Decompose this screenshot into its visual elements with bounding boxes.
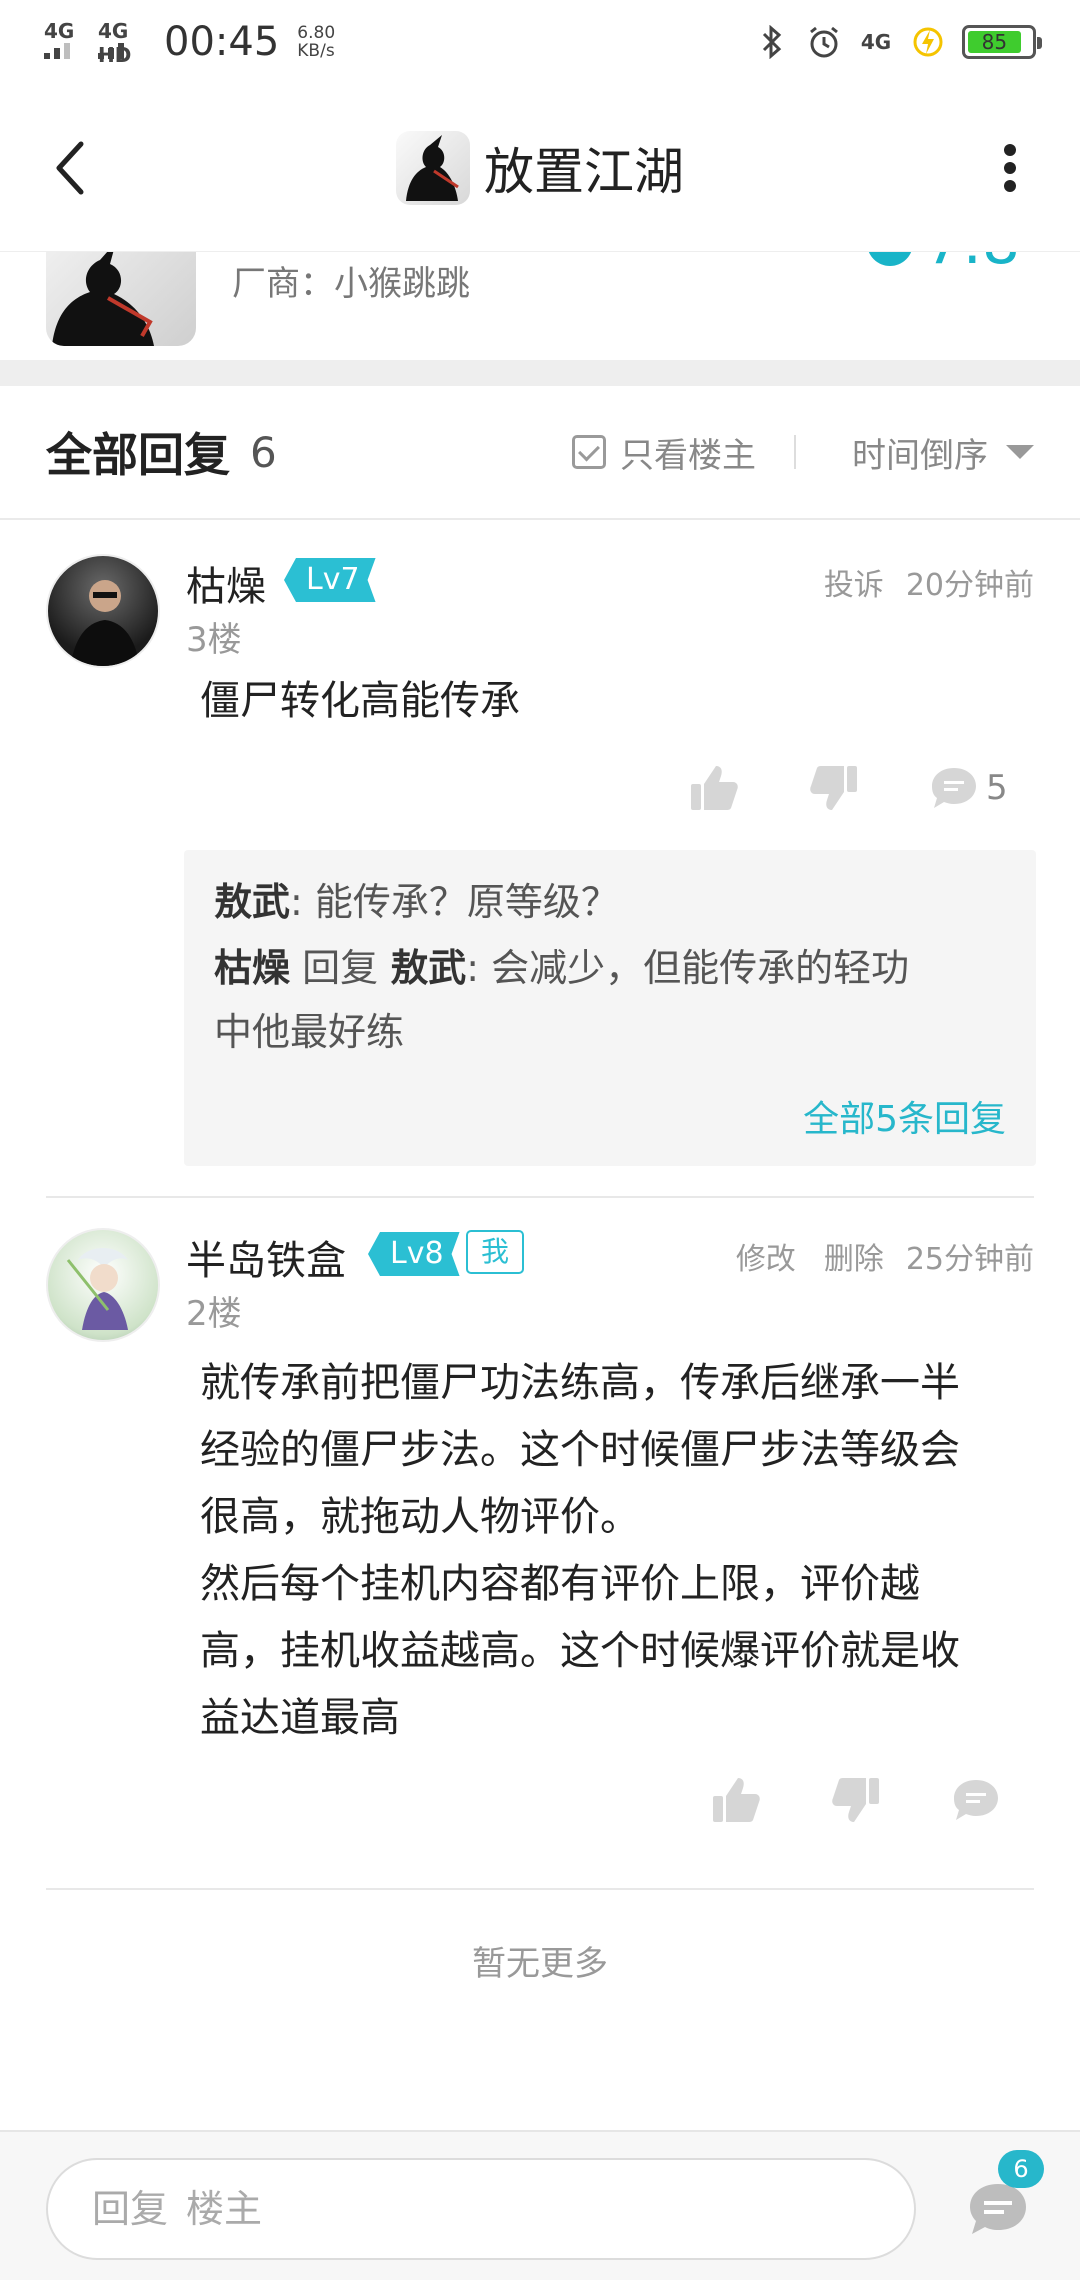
app-icon bbox=[46, 252, 196, 346]
thumbs-down-icon bbox=[810, 766, 857, 810]
more-vertical-icon bbox=[1004, 144, 1016, 192]
clock: 00:45 bbox=[164, 19, 280, 65]
bluetooth-icon bbox=[754, 24, 790, 60]
all-replies-link[interactable]: 全部5条回复 bbox=[803, 1090, 1006, 1142]
sub-reply: 敖武: 能传承？原等级？ bbox=[214, 880, 619, 924]
signal-icon: 4G bbox=[44, 19, 74, 59]
sub-replies-box[interactable]: 敖武: 能传承？原等级？ 枯燥 回复 敖武: 会减少，但能传承的轻功 中他最好练… bbox=[184, 850, 1036, 1166]
thumbs-up-icon bbox=[713, 1778, 760, 1822]
user-name[interactable]: 半岛铁盒 bbox=[186, 1228, 346, 1286]
avatar[interactable] bbox=[46, 1228, 160, 1342]
sub-reply-user[interactable]: 敖武 bbox=[214, 880, 290, 924]
battery-indicator: 85 bbox=[962, 25, 1042, 59]
avatar[interactable] bbox=[46, 554, 160, 668]
alarm-icon bbox=[806, 24, 842, 60]
network-speed: 6.80 KB/s bbox=[297, 23, 336, 61]
rating-score: 7.8 bbox=[866, 252, 1020, 278]
timestamp: 20分钟前 bbox=[905, 568, 1034, 603]
signal-icon-2: 4G HD bbox=[98, 19, 144, 67]
caret-down-icon bbox=[1006, 445, 1034, 459]
sub-reply-target[interactable]: 敖武 bbox=[390, 946, 466, 990]
charging-icon bbox=[910, 24, 946, 60]
comment-bubble-icon bbox=[954, 1780, 998, 1820]
report-link[interactable]: 投诉 bbox=[824, 560, 884, 604]
sub-reply-user[interactable]: 枯燥 bbox=[214, 946, 290, 990]
message-count-badge: 6 bbox=[998, 2150, 1044, 2188]
comment-item: 枯燥 Lv7 3楼 投诉 20分钟前 僵尸转化高能传承 5 敖武: 能传承？原等… bbox=[0, 522, 1080, 1198]
user-name[interactable]: 枯燥 bbox=[186, 554, 266, 612]
rating-icon bbox=[866, 252, 913, 266]
reply-count: 5 bbox=[986, 768, 1008, 808]
network-type-label-2: 4G HD bbox=[98, 19, 132, 67]
only-op-filter[interactable]: 只看楼主 bbox=[572, 428, 756, 477]
game-icon bbox=[396, 130, 470, 205]
sort-dropdown[interactable]: 时间倒序 bbox=[852, 428, 1034, 477]
edit-link[interactable]: 修改 bbox=[736, 1234, 796, 1278]
network-type-label: 4G bbox=[44, 19, 75, 43]
level-badge: Lv8 bbox=[368, 1232, 460, 1276]
level-badge: Lv7 bbox=[284, 558, 376, 602]
no-more-label: 暂无更多 bbox=[472, 1944, 608, 1984]
bottom-reply-bar: 回复 楼主 bbox=[0, 2130, 1080, 2280]
back-button[interactable] bbox=[40, 138, 100, 198]
like-button[interactable] bbox=[706, 1770, 766, 1830]
section-divider bbox=[0, 360, 1080, 386]
comment-divider bbox=[46, 1888, 1034, 1890]
comment-text: 僵尸转化高能传承 bbox=[200, 678, 520, 724]
chevron-left-icon bbox=[56, 141, 84, 195]
floor-number: 2楼 bbox=[186, 1294, 242, 1334]
page-title: 放置江湖 bbox=[484, 142, 684, 201]
comment-meta: 投诉 20分钟前 bbox=[824, 560, 1034, 604]
vendor-label: 厂商：小猴跳跳 bbox=[232, 264, 470, 304]
replies-header: 全部回复 6 只看楼主 时间倒序 bbox=[0, 386, 1080, 520]
reply-button[interactable] bbox=[946, 1770, 1006, 1830]
sub-reply: 枯燥 回复 敖武: 会减少，但能传承的轻功 bbox=[214, 946, 910, 990]
top-nav-bar: 放置江湖 bbox=[0, 84, 1080, 252]
comment-meta: 修改 删除 25分钟前 bbox=[736, 1234, 1034, 1278]
app-info-header: 厂商：小猴跳跳 7.8 bbox=[0, 252, 1080, 360]
replies-title: 全部回复 bbox=[46, 428, 230, 482]
divider bbox=[794, 435, 796, 469]
comment-item: 半岛铁盒 Lv8 我 2楼 修改 删除 25分钟前 就传承前把僵尸功法练高，传承… bbox=[0, 1198, 1080, 1888]
comment-text: 就传承前把僵尸功法练高，传承后继承一半 经验的僵尸步法。这个时候僵尸步法等级会 … bbox=[200, 1360, 960, 1741]
reply-input[interactable]: 回复 楼主 bbox=[46, 2158, 916, 2260]
like-button[interactable] bbox=[684, 758, 744, 818]
status-bar: 4G 4G HD 00:45 6.80 KB/s 4G 85 bbox=[0, 0, 1080, 84]
comment-bubble-icon bbox=[932, 768, 976, 808]
thumbs-down-icon bbox=[832, 1778, 879, 1822]
delete-link[interactable]: 删除 bbox=[824, 1234, 884, 1278]
thumbs-up-icon bbox=[691, 766, 738, 810]
floor-number: 3楼 bbox=[186, 620, 242, 660]
reply-button[interactable] bbox=[924, 758, 984, 818]
me-badge: 我 bbox=[466, 1230, 524, 1274]
timestamp: 25分钟前 bbox=[905, 1242, 1034, 1277]
replies-count: 6 bbox=[250, 427, 277, 477]
dislike-button[interactable] bbox=[826, 1770, 886, 1830]
mobile-data-icon: 4G bbox=[860, 30, 892, 54]
battery-fill: 85 bbox=[968, 30, 1021, 54]
sub-reply-continued: 中他最好练 bbox=[214, 1010, 405, 1054]
more-button[interactable] bbox=[980, 138, 1040, 198]
dislike-button[interactable] bbox=[804, 758, 864, 818]
checkbox-icon bbox=[572, 435, 606, 469]
